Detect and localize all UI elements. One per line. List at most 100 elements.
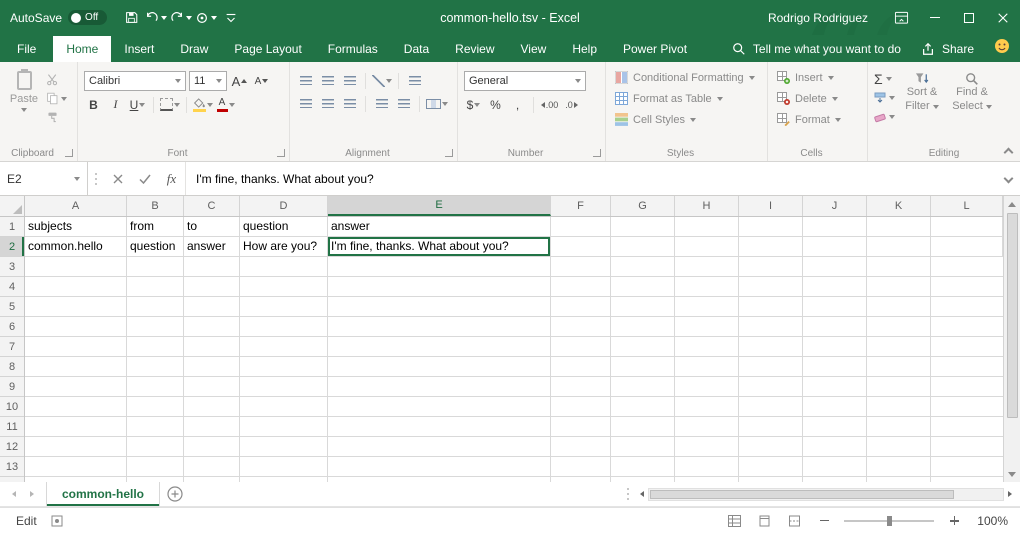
top-align-button[interactable] — [296, 71, 315, 90]
fill-button[interactable] — [874, 90, 895, 106]
user-account[interactable]: Rodrigo Rodriguez — [768, 11, 868, 25]
tab-help[interactable]: Help — [559, 36, 610, 62]
zoom-slider-thumb[interactable] — [887, 516, 892, 526]
row-header-11[interactable]: 11 — [0, 417, 24, 437]
font-size-combo[interactable]: 11 — [189, 71, 227, 91]
empty-grid-area[interactable] — [25, 257, 1003, 482]
col-header-A[interactable]: A — [25, 196, 127, 216]
cancel-entry-button[interactable] — [104, 162, 131, 195]
select-all-button[interactable] — [0, 196, 25, 216]
tab-insert[interactable]: Insert — [111, 36, 167, 62]
redo-button[interactable] — [169, 5, 193, 31]
row-header-13[interactable]: 13 — [0, 457, 24, 477]
font-dialog-launcher[interactable] — [277, 149, 285, 157]
zoom-in-button[interactable] — [944, 511, 964, 531]
row-header-3[interactable]: 3 — [0, 257, 24, 277]
col-header-B[interactable]: B — [127, 196, 184, 216]
zoom-slider[interactable] — [844, 520, 934, 522]
horizontal-scrollbar[interactable] — [620, 482, 1020, 506]
col-header-D[interactable]: D — [240, 196, 328, 216]
col-header-J[interactable]: J — [803, 196, 867, 216]
fill-color-button[interactable] — [193, 95, 213, 114]
cell-D1[interactable]: question — [240, 217, 328, 237]
cell-G2[interactable] — [611, 237, 675, 257]
autosum-button[interactable]: Σ — [874, 71, 895, 87]
borders-button[interactable] — [160, 95, 180, 114]
cell-L2[interactable] — [931, 237, 1003, 257]
share-button[interactable]: Share — [921, 42, 974, 56]
cell-D2[interactable]: How are you? — [240, 237, 328, 257]
zoom-out-button[interactable] — [814, 511, 834, 531]
cut-button[interactable] — [46, 72, 67, 87]
formula-bar-drag-handle[interactable] — [88, 162, 104, 195]
align-center-button[interactable] — [318, 94, 337, 113]
number-dialog-launcher[interactable] — [593, 149, 601, 157]
tab-draw[interactable]: Draw — [167, 36, 221, 62]
cell-F2[interactable] — [551, 237, 611, 257]
cell-F1[interactable] — [551, 217, 611, 237]
macro-record-button[interactable] — [51, 515, 63, 527]
decrease-font-size-button[interactable]: A — [252, 72, 271, 91]
row-header-6[interactable]: 6 — [0, 317, 24, 337]
cell-K1[interactable] — [867, 217, 931, 237]
col-header-L[interactable]: L — [931, 196, 1003, 216]
conditional-formatting-button[interactable]: Conditional Formatting — [612, 67, 762, 88]
tab-page-layout[interactable]: Page Layout — [221, 36, 314, 62]
new-sheet-button[interactable] — [160, 482, 190, 506]
cell-A1[interactable]: subjects — [25, 217, 127, 237]
cell-G1[interactable] — [611, 217, 675, 237]
comma-style-button[interactable]: , — [508, 95, 527, 114]
merge-center-button[interactable] — [426, 94, 448, 113]
vertical-scrollbar-thumb[interactable] — [1007, 213, 1018, 418]
tab-power-pivot[interactable]: Power Pivot — [610, 36, 700, 62]
save-button[interactable] — [119, 5, 143, 31]
cell-H1[interactable] — [675, 217, 739, 237]
increase-indent-button[interactable] — [394, 94, 413, 113]
row-header-2[interactable]: 2 — [0, 237, 24, 257]
format-as-table-button[interactable]: Format as Table — [612, 88, 762, 109]
cell-H2[interactable] — [675, 237, 739, 257]
underline-button[interactable]: U — [128, 95, 147, 114]
tab-review[interactable]: Review — [442, 36, 507, 62]
scroll-left-button[interactable] — [640, 491, 644, 497]
cell-K2[interactable] — [867, 237, 931, 257]
cell-C1[interactable]: to — [184, 217, 240, 237]
accounting-format-button[interactable]: $ — [464, 95, 483, 114]
clipboard-dialog-launcher[interactable] — [65, 149, 73, 157]
row-header-10[interactable]: 10 — [0, 397, 24, 417]
italic-button[interactable]: I — [106, 95, 125, 114]
minimize-button[interactable] — [918, 0, 952, 35]
increase-font-size-button[interactable]: A — [230, 72, 249, 91]
sort-filter-button[interactable]: Sort & Filter — [899, 66, 945, 145]
col-header-H[interactable]: H — [675, 196, 739, 216]
cell-styles-button[interactable]: Cell Styles — [612, 109, 762, 130]
expand-formula-bar-button[interactable] — [996, 162, 1020, 195]
prev-sheet-button[interactable] — [12, 491, 16, 497]
col-header-G[interactable]: G — [611, 196, 675, 216]
col-header-E[interactable]: E — [328, 196, 551, 216]
tab-file[interactable]: File — [0, 36, 53, 62]
col-header-I[interactable]: I — [739, 196, 803, 216]
maximize-button[interactable] — [952, 0, 986, 35]
zoom-level[interactable]: 100% — [974, 514, 1008, 528]
tab-data[interactable]: Data — [391, 36, 442, 62]
cell-C2[interactable]: answer — [184, 237, 240, 257]
format-painter-button[interactable] — [46, 110, 67, 125]
cell-I2[interactable] — [739, 237, 803, 257]
alignment-dialog-launcher[interactable] — [445, 149, 453, 157]
row-header-9[interactable]: 9 — [0, 377, 24, 397]
number-format-dropdown-arrow[interactable] — [575, 79, 581, 83]
align-left-button[interactable] — [296, 94, 315, 113]
cell-E1[interactable]: answer — [328, 217, 551, 237]
next-sheet-button[interactable] — [30, 491, 34, 497]
horizontal-scrollbar-thumb[interactable] — [650, 490, 954, 499]
ribbon-display-options-button[interactable] — [884, 0, 918, 35]
cell-B1[interactable]: from — [127, 217, 184, 237]
customize-qat-button[interactable] — [219, 5, 243, 31]
middle-align-button[interactable] — [318, 71, 337, 90]
bold-button[interactable]: B — [84, 95, 103, 114]
scroll-up-button[interactable] — [1004, 196, 1020, 212]
cell-J2[interactable] — [803, 237, 867, 257]
row-header-1[interactable]: 1 — [0, 217, 24, 237]
tell-me-search[interactable]: Tell me what you want to do — [732, 42, 901, 56]
